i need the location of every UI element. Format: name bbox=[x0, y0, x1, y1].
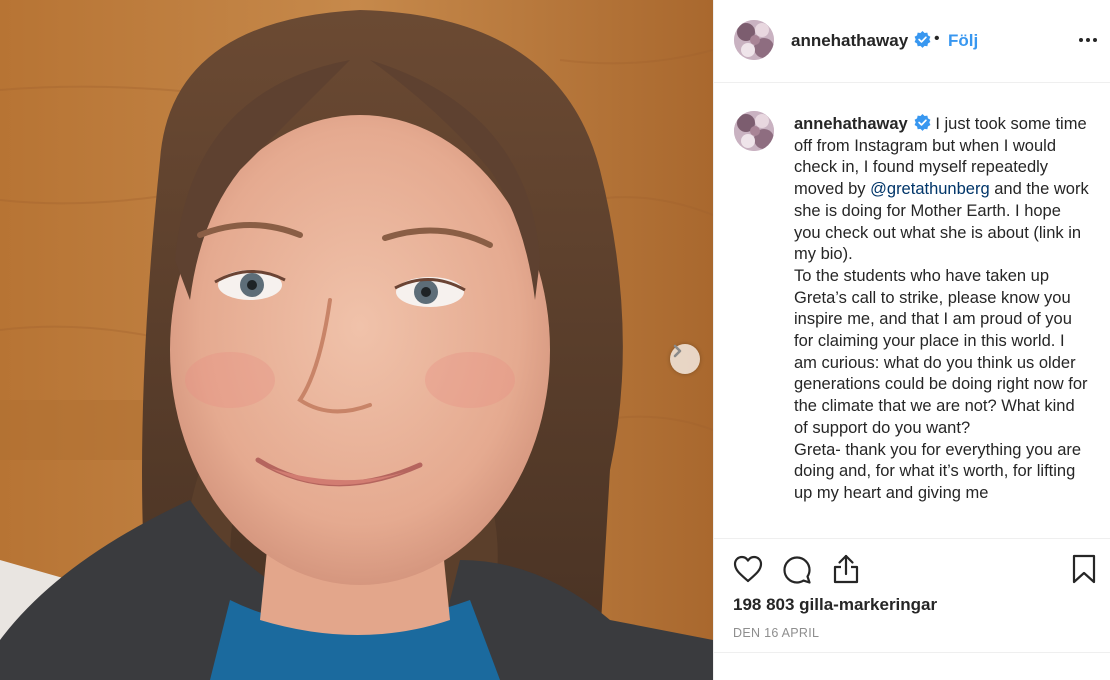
post-photo[interactable] bbox=[0, 0, 713, 680]
verified-badge-icon bbox=[914, 114, 931, 131]
caption-username[interactable]: annehathaway bbox=[794, 115, 908, 133]
more-options-button[interactable] bbox=[1074, 26, 1102, 54]
verified-badge-icon bbox=[914, 31, 931, 48]
comment-button[interactable] bbox=[782, 555, 812, 590]
avatar-image bbox=[734, 20, 774, 60]
header-separator: • bbox=[934, 30, 940, 47]
post-header: annehathaway • Följ bbox=[714, 0, 1110, 83]
instagram-post: annehathaway • Följ annehathaway I just … bbox=[0, 0, 1110, 680]
post-caption: annehathaway I just took some time off f… bbox=[714, 84, 1110, 536]
likes-count[interactable]: 198 803 gilla-markeringar bbox=[733, 595, 937, 615]
share-icon bbox=[833, 554, 859, 584]
heart-icon bbox=[733, 555, 763, 583]
save-button[interactable] bbox=[1071, 554, 1097, 589]
caption-avatar[interactable] bbox=[734, 111, 774, 151]
photo-illustration bbox=[0, 0, 713, 680]
mention-link[interactable]: @gretathunberg bbox=[870, 180, 990, 198]
comment-icon bbox=[783, 556, 811, 584]
header-username-text[interactable]: annehathaway bbox=[791, 31, 908, 50]
chevron-right-icon bbox=[673, 344, 682, 358]
avatar-image bbox=[734, 111, 774, 151]
share-button[interactable] bbox=[831, 553, 861, 590]
follow-button[interactable]: Följ bbox=[948, 31, 978, 51]
avatar[interactable] bbox=[734, 20, 774, 60]
bookmark-icon bbox=[1072, 554, 1096, 584]
header-username[interactable]: annehathaway bbox=[791, 31, 931, 51]
post-actions: 198 803 gilla-markeringar DEN 16 APRIL bbox=[714, 538, 1110, 680]
caption-text: annehathaway I just took some time off f… bbox=[794, 114, 1090, 505]
post-date[interactable]: DEN 16 APRIL bbox=[733, 626, 819, 640]
like-button[interactable] bbox=[733, 555, 763, 588]
divider bbox=[714, 652, 1110, 653]
more-horizontal-icon bbox=[1079, 38, 1097, 42]
post-side-panel: annehathaway • Följ annehathaway I just … bbox=[713, 0, 1110, 680]
caption-body-part2: and the work she is doing for Mother Ear… bbox=[794, 180, 1089, 502]
next-photo-button[interactable] bbox=[670, 344, 700, 374]
